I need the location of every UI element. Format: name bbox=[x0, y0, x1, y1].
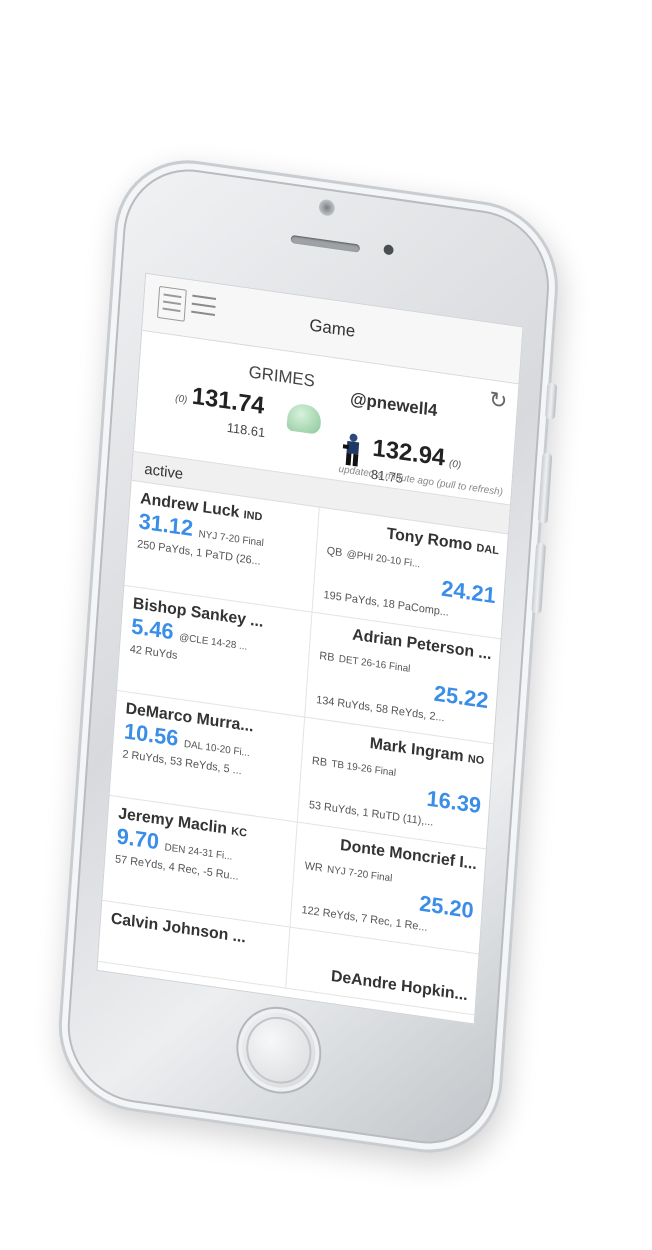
phone-device: Game ↻ GRIMES (0) 131.74 118.61 @pnewell… bbox=[53, 150, 564, 1163]
game-status: DAL 10-20 Fi... bbox=[183, 738, 251, 760]
game-status: @CLE 14-28 ... bbox=[178, 632, 248, 653]
position-label: RB bbox=[311, 755, 328, 770]
app-screen: Game ↻ GRIMES (0) 131.74 118.61 @pnewell… bbox=[96, 272, 524, 1025]
game-status: NYJ 7-20 Final bbox=[198, 528, 265, 550]
away-team-seed: (0) bbox=[448, 458, 462, 472]
refresh-icon[interactable]: ↻ bbox=[488, 386, 508, 414]
player-points: 9.70 bbox=[115, 823, 160, 855]
home-team-projected: 118.61 bbox=[226, 419, 266, 441]
scene: Game ↻ GRIMES (0) 131.74 118.61 @pnewell… bbox=[0, 0, 652, 1250]
home-team-name: GRIMES bbox=[248, 362, 316, 391]
helmet-icon bbox=[286, 402, 322, 435]
position-label: WR bbox=[304, 860, 324, 875]
home-score-value: 131.74 bbox=[191, 382, 266, 420]
position-label: RB bbox=[318, 650, 335, 665]
mute-switch bbox=[544, 382, 558, 420]
player-name: DeAndre Hopkin... bbox=[330, 967, 469, 1005]
matchup-list[interactable]: Andrew Luck IND 31.12 NYJ 7-20 Final 250… bbox=[97, 480, 508, 1016]
home-team-score: (0) 131.74 bbox=[174, 380, 266, 421]
position-label: QB bbox=[326, 545, 343, 560]
home-team-seed: (0) bbox=[174, 393, 188, 406]
away-team-name: @pnewell4 bbox=[349, 388, 439, 421]
away-score-value: 132.94 bbox=[371, 434, 446, 472]
player-points: 5.46 bbox=[130, 613, 175, 645]
game-status: DEN 24-31 Fi... bbox=[164, 842, 233, 863]
